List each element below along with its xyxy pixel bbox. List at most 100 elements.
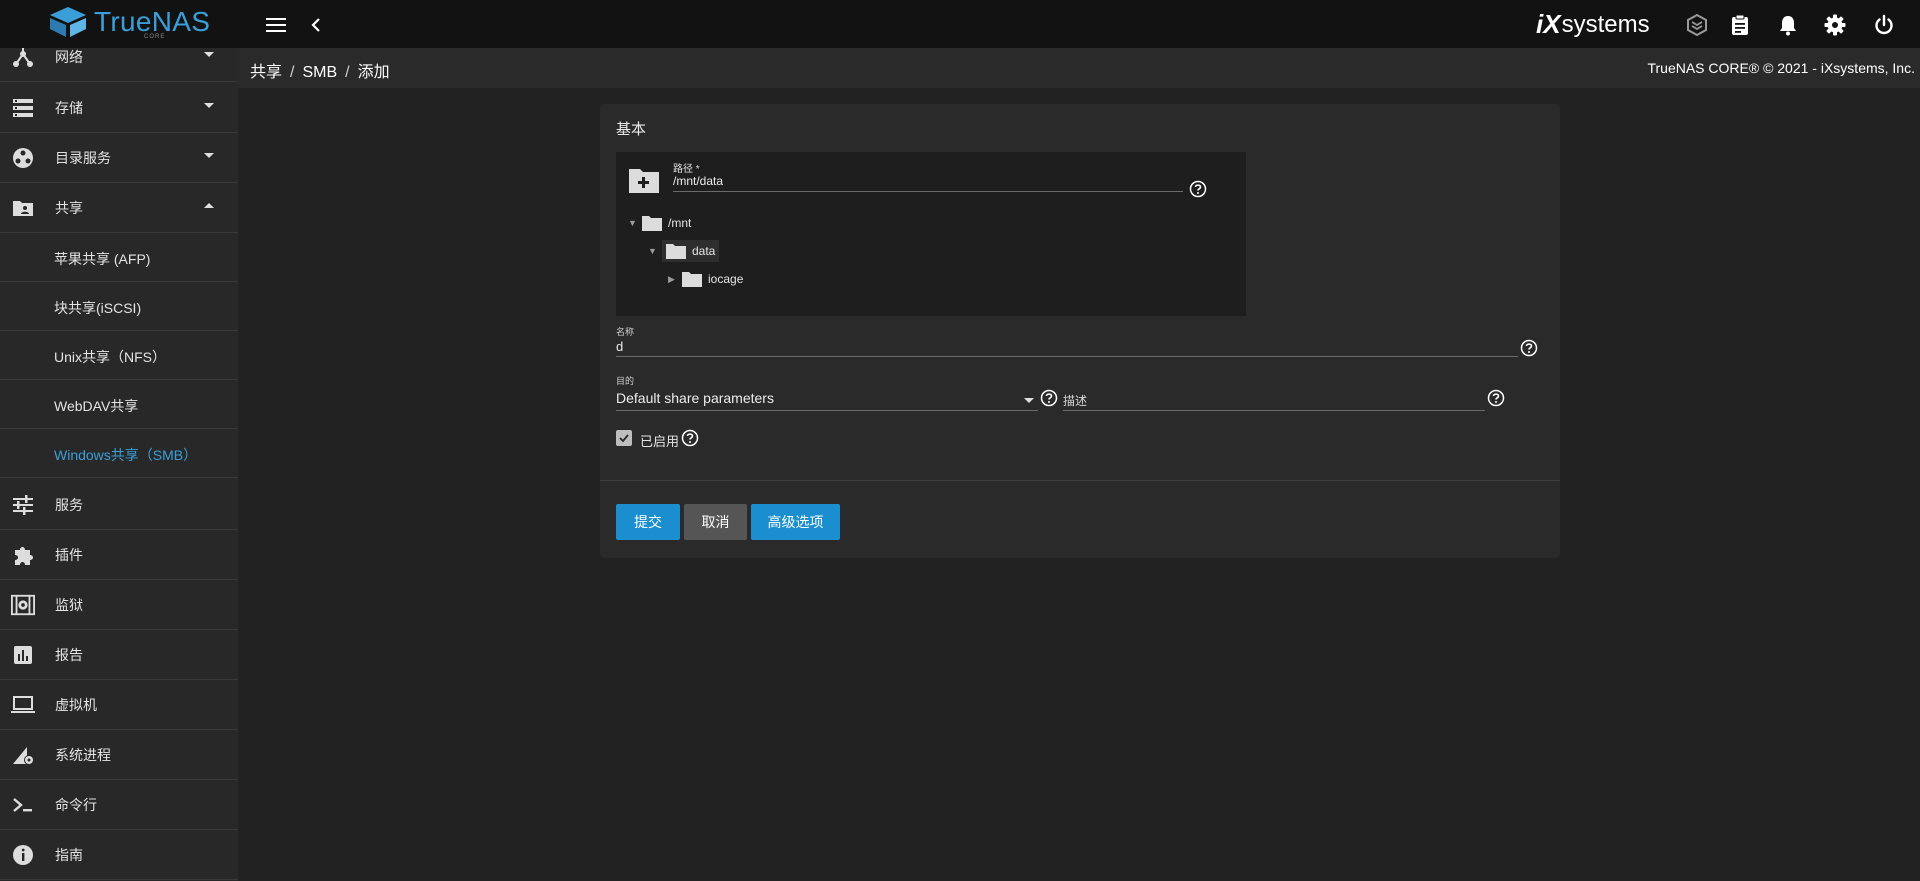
checkmark-icon: [619, 434, 629, 443]
sidebar-subitem-iscsi[interactable]: 块共享(iSCSI): [0, 282, 238, 331]
divider: [600, 480, 1560, 481]
sidebar-item-label: 目录服务: [55, 150, 111, 166]
tree-node-data[interactable]: ▼ data: [648, 240, 720, 262]
enabled-checkbox[interactable]: [616, 430, 632, 446]
name-label: 名称: [616, 327, 635, 337]
folder-icon: [666, 244, 686, 259]
chevron-down-icon: [204, 103, 214, 108]
section-title: 基本: [616, 121, 647, 138]
help-icon[interactable]: [1189, 180, 1207, 198]
sidebar-item-label: 存储: [55, 100, 83, 116]
power-icon: [1875, 14, 1893, 35]
advanced-options-button[interactable]: 高级选项: [751, 504, 840, 540]
truenas-logo[interactable]: TrueNAS CORE: [50, 6, 211, 40]
sidebar-item-jails[interactable]: 监狱: [0, 580, 238, 630]
sidebar-item-guide[interactable]: 指南: [0, 830, 238, 880]
sidebar-item-services[interactable]: 服务: [0, 480, 238, 530]
purpose-label: 目的: [616, 376, 635, 386]
system-processes-icon: [11, 743, 35, 767]
app-name: TrueNAS: [94, 6, 211, 37]
sidebar-subitem-label: 苹果共享 (AFP): [54, 251, 151, 267]
sidebar-item-label: 命令行: [55, 797, 97, 813]
purpose-select[interactable]: Default share parameters: [616, 387, 1038, 411]
name-input[interactable]: d: [616, 339, 1518, 357]
gear-icon: [1824, 14, 1846, 36]
breadcrumb-separator: /: [290, 64, 295, 81]
menu-toggle-button[interactable]: [263, 12, 289, 38]
truecommand-button[interactable]: [1684, 12, 1710, 38]
description-input[interactable]: 描述: [1063, 387, 1485, 411]
sidebar-subitem-webdav[interactable]: WebDAV共享: [0, 380, 238, 429]
plugins-icon: [11, 543, 35, 567]
info-icon: [11, 843, 35, 867]
sidebar-item-reporting[interactable]: 报告: [0, 630, 238, 680]
submit-button[interactable]: 提交: [616, 504, 680, 540]
sidebar-item-label: 系统进程: [55, 747, 111, 763]
tree-node-label: iocage: [708, 272, 744, 286]
sidebar-item-label: 监狱: [55, 597, 83, 613]
folder-icon: [642, 216, 662, 231]
description-placeholder: 描述: [1063, 394, 1088, 408]
sidebar-item-storage[interactable]: 存储: [0, 83, 238, 133]
sidebar-item-system-processes[interactable]: 系统进程: [0, 730, 238, 780]
tree-expand-icon[interactable]: ▼: [628, 218, 642, 228]
power-button[interactable]: [1871, 12, 1897, 38]
sidebar-subitem-nfs[interactable]: Unix共享（NFS）: [0, 331, 238, 380]
sidebar-item-virtual-machines[interactable]: 虚拟机: [0, 680, 238, 730]
purpose-select-value: Default share parameters: [616, 390, 774, 406]
network-icon: [11, 48, 35, 69]
smb-add-form-card: 基本 路径 * /mnt/data ▼ /mnt ▼ data ▶ iocage…: [600, 104, 1560, 558]
sidebar-item-label: 报告: [55, 647, 83, 663]
sidebar-item-label: 服务: [55, 497, 83, 513]
truenas-logo-icon: [50, 7, 86, 37]
sidebar-item-plugins[interactable]: 插件: [0, 530, 238, 580]
alerts-button[interactable]: [1775, 12, 1801, 38]
create-folder-button[interactable]: [628, 166, 660, 194]
breadcrumb: 共享 / SMB / 添加: [250, 58, 390, 82]
breadcrumb-item-sharing[interactable]: 共享: [250, 64, 282, 81]
tree-expand-icon[interactable]: ▼: [648, 246, 662, 256]
sidebar-subitem-afp[interactable]: 苹果共享 (AFP): [0, 233, 238, 282]
breadcrumb-item-smb[interactable]: SMB: [302, 64, 337, 81]
sidebar-subitem-smb[interactable]: Windows共享（SMB）: [0, 429, 238, 478]
path-input[interactable]: /mnt/data: [673, 172, 1183, 192]
clipboard-icon: [1732, 14, 1748, 35]
settings-button[interactable]: [1822, 12, 1848, 38]
cancel-button[interactable]: 取消: [684, 504, 747, 540]
enabled-label: 已启用: [640, 434, 680, 449]
chevron-left-icon: [311, 18, 320, 32]
services-icon: [11, 493, 35, 517]
ixsystems-logo-mark: iX: [1536, 9, 1561, 39]
sidebar-item-network[interactable]: 网络: [0, 48, 238, 82]
laptop-icon: [11, 693, 35, 717]
breadcrumb-separator: /: [345, 64, 350, 81]
sidebar-item-directory-services[interactable]: 目录服务: [0, 133, 238, 183]
chevron-down-icon: [204, 153, 214, 158]
directory-services-icon: [11, 146, 35, 170]
chevron-up-icon: [204, 203, 214, 208]
help-icon[interactable]: [1520, 339, 1538, 357]
collapse-sidebar-button[interactable]: [303, 12, 329, 38]
help-icon[interactable]: [681, 429, 699, 447]
tree-collapsed-icon[interactable]: ▶: [668, 274, 682, 285]
jails-icon: [11, 593, 35, 617]
tree-node-mnt[interactable]: ▼ /mnt: [628, 215, 691, 231]
sidebar-item-shell[interactable]: 命令行: [0, 780, 238, 830]
truecommand-icon: [1687, 13, 1707, 37]
app-edition: CORE: [144, 34, 166, 40]
help-icon[interactable]: [1487, 389, 1505, 407]
tasks-button[interactable]: [1727, 12, 1753, 38]
sidebar-item-sharing[interactable]: 共享: [0, 183, 238, 233]
breadcrumb-bar: 共享 / SMB / 添加 TrueNAS CORE® © 2021 - iXsyste…: [238, 48, 1920, 88]
folder-icon: [682, 272, 702, 287]
hamburger-icon: [266, 18, 286, 32]
sidebar-item-label: 指南: [55, 847, 83, 863]
top-bar: TrueNAS CORE iX systems: [0, 0, 1920, 48]
ixsystems-logo-text: systems: [1561, 10, 1650, 38]
copyright-text: TrueNAS CORE® © 2021 - iXsystems, Inc.: [1647, 60, 1915, 76]
help-icon[interactable]: [1040, 389, 1058, 407]
sidebar-subitem-label: Unix共享（NFS）: [54, 349, 167, 365]
tree-node-label: data: [692, 244, 716, 258]
tree-node-iocage[interactable]: ▶ iocage: [668, 271, 743, 287]
ixsystems-logo[interactable]: iX systems: [1536, 9, 1650, 40]
